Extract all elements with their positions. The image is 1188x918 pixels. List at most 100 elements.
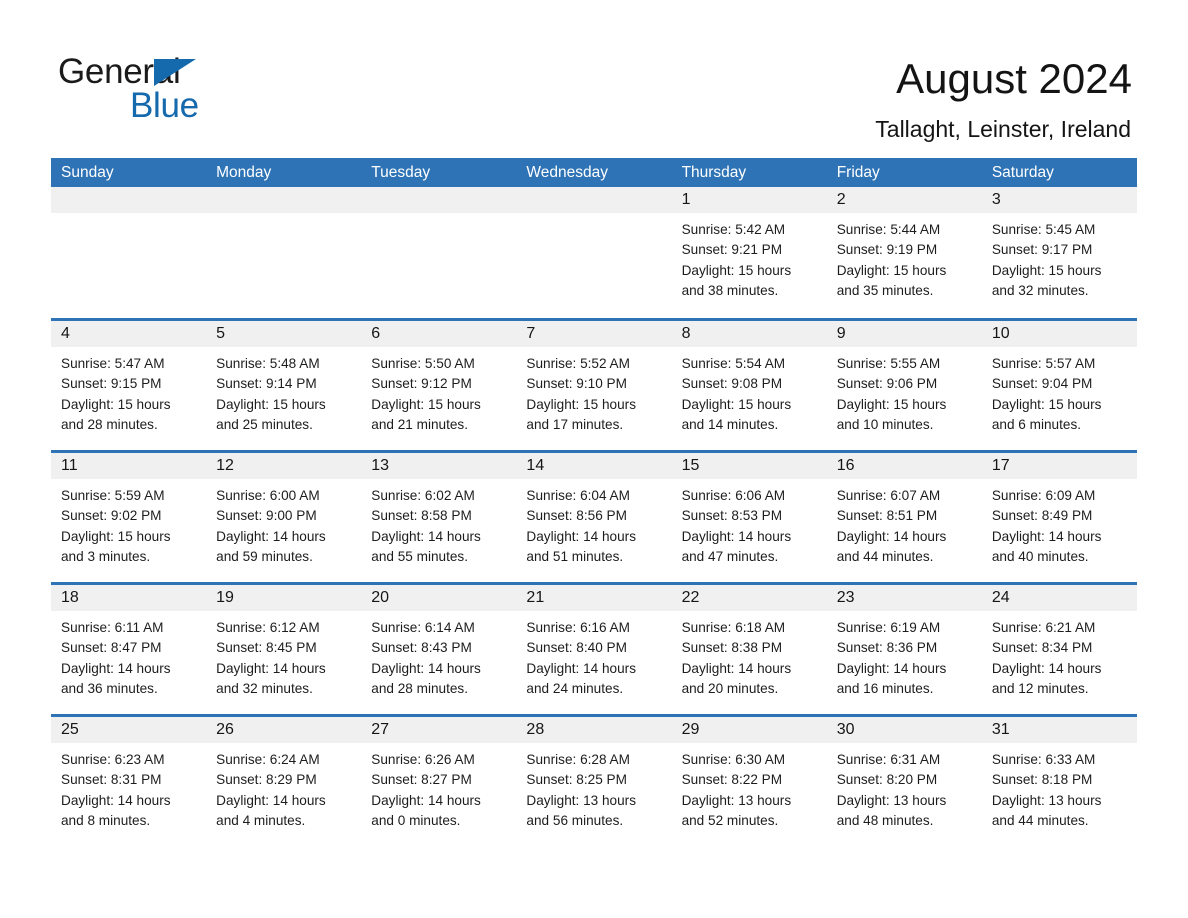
daylight-text-line2: and 48 minutes. (836, 813, 934, 829)
calendar-week-row: 11 Sunrise: 5:59 AM Sunset: 9:02 PM Dayligh… (51, 450, 1137, 582)
calendar-day-cell[interactable]: 8 Sunrise: 5:54 AM Sunset: 9:08 PM Daylight… (671, 321, 827, 450)
day-number-strip: 26 (206, 717, 362, 743)
daylight-text-line1: Daylight: 14 hours (216, 660, 326, 676)
day-details: Sunrise: 5:50 AM Sunset: 9:12 PM Daylight:… (361, 347, 516, 436)
calendar-day-cell[interactable]: 29 Sunrise: 6:30 AM Sunset: 8:22 PM Dayligh… (671, 717, 827, 846)
daylight-text-line2: and 52 minutes. (681, 813, 779, 829)
daylight-text-line1: Daylight: 14 hours (991, 528, 1102, 544)
calendar-day-cell[interactable]: 21 Sunrise: 6:16 AM Sunset: 8:40 PM Dayligh… (516, 585, 672, 714)
sunset-text: Sunset: 9:17 PM (991, 242, 1093, 258)
day-details: Sunrise: 5:47 AM Sunset: 9:15 PM Daylight:… (51, 347, 206, 436)
daylight-text-line2: and 3 minutes. (61, 549, 151, 565)
daylight-text-line2: and 28 minutes. (61, 417, 158, 433)
calendar-day-cell[interactable]: 23 Sunrise: 6:19 AM Sunset: 8:36 PM Dayligh… (826, 585, 982, 714)
calendar-day-cell[interactable]: 28 Sunrise: 6:28 AM Sunset: 8:25 PM Dayligh… (516, 717, 672, 846)
calendar-day-cell[interactable]: 17 Sunrise: 6:09 AM Sunset: 8:49 PM Dayligh… (981, 453, 1137, 582)
day-number: 13 (371, 457, 390, 474)
general-blue-logo[interactable]: General Blue (58, 52, 358, 132)
sunrise-text: Sunrise: 6:19 AM (836, 620, 941, 635)
daylight-text-line2: and 47 minutes. (681, 549, 779, 565)
daylight-text-line2: and 12 minutes. (991, 681, 1089, 697)
daylight-text-line2: and 55 minutes. (371, 549, 469, 565)
daylight-text-line2: and 36 minutes. (61, 681, 158, 697)
day-number: 18 (61, 589, 79, 606)
page-title: August 2024 (896, 55, 1132, 102)
sunset-text: Sunset: 8:20 PM (836, 772, 938, 788)
day-details: Sunrise: 6:14 AM Sunset: 8:43 PM Daylight:… (361, 611, 516, 700)
daylight-text-line1: Daylight: 15 hours (526, 396, 636, 412)
daylight-text-line1: Daylight: 14 hours (216, 528, 326, 544)
day-details: Sunrise: 6:28 AM Sunset: 8:25 PM Daylight:… (516, 743, 671, 832)
calendar-day-cell[interactable]: 5 Sunrise: 5:48 AM Sunset: 9:14 PM Daylight… (206, 321, 362, 450)
sunset-text: Sunset: 8:31 PM (61, 772, 162, 788)
calendar-day-cell[interactable]: 7 Sunrise: 5:52 AM Sunset: 9:10 PM Daylight… (516, 321, 672, 450)
calendar-day-cell[interactable]: 2 Sunrise: 5:44 AM Sunset: 9:19 PM Daylight… (826, 187, 982, 318)
calendar-day-cell[interactable]: 12 Sunrise: 6:00 AM Sunset: 9:00 PM Dayligh… (206, 453, 362, 582)
sunset-text: Sunset: 9:08 PM (681, 376, 783, 392)
sunrise-text: Sunrise: 5:59 AM (61, 488, 165, 503)
sunset-text: Sunset: 8:29 PM (216, 772, 317, 788)
page-header: General Blue August 2024 Tallaght, Leins… (0, 0, 1188, 155)
calendar-day-cell[interactable]: 31 Sunrise: 6:33 AM Sunset: 8:18 PM Dayligh… (981, 717, 1137, 846)
day-number-strip (361, 187, 517, 213)
daylight-text-line1: Daylight: 13 hours (526, 792, 636, 808)
day-details: Sunrise: 5:54 AM Sunset: 9:08 PM Daylight:… (672, 347, 827, 436)
calendar-day-cell[interactable]: 4 Sunrise: 5:47 AM Sunset: 9:15 PM Daylight… (51, 321, 207, 450)
calendar-day-cell[interactable]: 25 Sunrise: 6:23 AM Sunset: 8:31 PM Dayligh… (51, 717, 207, 846)
calendar-day-cell[interactable]: 16 Sunrise: 6:07 AM Sunset: 8:51 PM Dayligh… (826, 453, 982, 582)
calendar-day-cell[interactable]: 3 Sunrise: 5:45 AM Sunset: 9:17 PM Daylight… (981, 187, 1137, 318)
day-number: 16 (836, 457, 855, 474)
calendar-day-cell[interactable]: 13 Sunrise: 6:02 AM Sunset: 8:58 PM Dayligh… (361, 453, 517, 582)
sunrise-text: Sunrise: 5:54 AM (681, 356, 786, 371)
day-number: 29 (681, 721, 700, 738)
day-details (361, 213, 516, 220)
day-number-strip: 9 (826, 321, 982, 347)
daylight-text-line1: Daylight: 13 hours (836, 792, 947, 808)
daylight-text-line1: Daylight: 14 hours (61, 660, 171, 676)
calendar-day-cell[interactable]: 18 Sunrise: 6:11 AM Sunset: 8:47 PM Dayligh… (51, 585, 207, 714)
daylight-text-line1: Daylight: 14 hours (991, 660, 1102, 676)
day-number: 27 (371, 721, 390, 738)
day-details: Sunrise: 6:19 AM Sunset: 8:36 PM Daylight:… (827, 611, 982, 700)
day-number-strip (206, 187, 362, 213)
calendar-day-cell[interactable]: 19 Sunrise: 6:12 AM Sunset: 8:45 PM Dayligh… (206, 585, 362, 714)
day-details: Sunrise: 5:52 AM Sunset: 9:10 PM Daylight:… (516, 347, 671, 436)
day-number-strip: 20 (361, 585, 517, 611)
sunset-text: Sunset: 8:56 PM (526, 508, 627, 524)
day-details (516, 213, 671, 220)
day-details: Sunrise: 6:33 AM Sunset: 8:18 PM Daylight:… (982, 743, 1137, 832)
calendar-day-cell[interactable]: 9 Sunrise: 5:55 AM Sunset: 9:06 PM Daylight… (826, 321, 982, 450)
day-details: Sunrise: 6:31 AM Sunset: 8:20 PM Daylight:… (827, 743, 982, 832)
calendar-day-cell[interactable]: 15 Sunrise: 6:06 AM Sunset: 8:53 PM Dayligh… (671, 453, 827, 582)
sunset-text: Sunset: 8:53 PM (681, 508, 783, 524)
calendar-day-cell[interactable]: 30 Sunrise: 6:31 AM Sunset: 8:20 PM Dayligh… (826, 717, 982, 846)
daylight-text-line2: and 40 minutes. (991, 549, 1089, 565)
daylight-text-line2: and 6 minutes. (991, 417, 1082, 433)
calendar-day-cell[interactable]: 11 Sunrise: 5:59 AM Sunset: 9:02 PM Dayligh… (51, 453, 207, 582)
calendar-day-cell[interactable]: 26 Sunrise: 6:24 AM Sunset: 8:29 PM Dayligh… (206, 717, 362, 846)
calendar-weeks: 1 Sunrise: 5:42 AM Sunset: 9:21 PM Daylight… (51, 187, 1137, 846)
day-details (206, 213, 361, 220)
day-number-strip: 5 (206, 321, 362, 347)
calendar-day-cell[interactable]: 6 Sunrise: 5:50 AM Sunset: 9:12 PM Daylight… (361, 321, 517, 450)
daylight-text-line1: Daylight: 15 hours (836, 262, 947, 278)
day-number-strip: 24 (981, 585, 1137, 611)
calendar-day-cell[interactable]: 20 Sunrise: 6:14 AM Sunset: 8:43 PM Dayligh… (361, 585, 517, 714)
calendar-day-cell[interactable]: 14 Sunrise: 6:04 AM Sunset: 8:56 PM Dayligh… (516, 453, 672, 582)
calendar-day-cell[interactable]: 22 Sunrise: 6:18 AM Sunset: 8:38 PM Dayligh… (671, 585, 827, 714)
calendar-day-cell[interactable]: 24 Sunrise: 6:21 AM Sunset: 8:34 PM Dayligh… (981, 585, 1137, 714)
day-number-strip: 25 (51, 717, 207, 743)
day-number: 25 (61, 721, 79, 738)
day-number: 22 (681, 589, 700, 606)
calendar-day-cell[interactable]: 10 Sunrise: 5:57 AM Sunset: 9:04 PM Dayligh… (981, 321, 1137, 450)
sunset-text: Sunset: 8:51 PM (836, 508, 938, 524)
day-number-strip: 13 (361, 453, 517, 479)
calendar-day-cell[interactable]: 1 Sunrise: 5:42 AM Sunset: 9:21 PM Daylight… (671, 187, 827, 318)
sunrise-text: Sunrise: 6:02 AM (371, 488, 475, 503)
sunrise-text: Sunrise: 6:30 AM (681, 752, 786, 767)
day-number-strip: 29 (671, 717, 827, 743)
day-number: 2 (836, 191, 846, 208)
day-details: Sunrise: 5:55 AM Sunset: 9:06 PM Daylight:… (827, 347, 982, 436)
calendar-day-cell[interactable]: 27 Sunrise: 6:26 AM Sunset: 8:27 PM Dayligh… (361, 717, 517, 846)
daylight-text-line1: Daylight: 14 hours (371, 528, 481, 544)
